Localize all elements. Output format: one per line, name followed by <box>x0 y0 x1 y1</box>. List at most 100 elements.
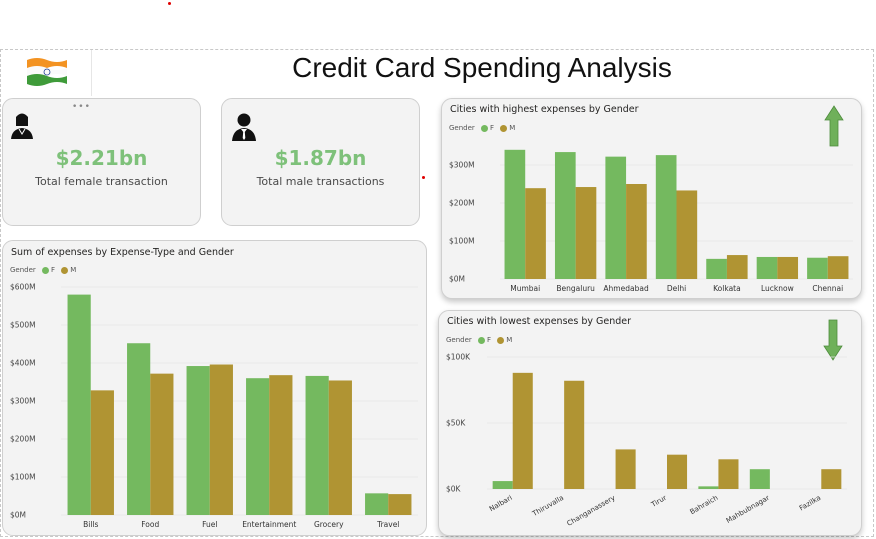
kpi-card-female[interactable]: ••• $2.21bn Total female transaction <box>2 98 201 226</box>
bar-f <box>698 486 719 489</box>
kpi-male-label: Total male transactions <box>256 175 385 188</box>
x-tick-label: Entertainment <box>242 520 296 529</box>
x-tick-label: Bengaluru <box>556 284 595 293</box>
kpi-female-value: $2.21bn <box>55 146 148 170</box>
x-tick-label: Chennai <box>812 284 843 293</box>
chart-legend: Gender F M <box>446 336 512 344</box>
bar-m <box>667 454 688 489</box>
bar-m <box>525 188 546 279</box>
legend-title: Gender <box>10 266 36 274</box>
y-tick-label: $200M <box>10 435 36 444</box>
legend-m-label: M <box>506 336 513 344</box>
x-tick-label: Lucknow <box>761 284 794 293</box>
bar-f <box>749 469 770 489</box>
legend-m-label: M <box>70 266 77 274</box>
x-tick-label: Nalbari <box>488 494 514 513</box>
bar-m <box>564 380 585 489</box>
bar-m <box>269 375 293 515</box>
lowest-cities-bar-chart: $0K $50K $100K Nalbari Thiruvalla Changanasse… <box>446 353 847 528</box>
x-tick-label: Travel <box>376 520 399 529</box>
expense-type-chart-card[interactable]: Sum of expenses by Expense-Type and Gend… <box>2 240 427 536</box>
x-tick-label: Delhi <box>667 284 686 293</box>
legend-f-swatch <box>478 336 486 344</box>
x-tick-label: Food <box>141 520 159 529</box>
highest-cities-bar-chart: $0M $100M $200M $300M Mumbai Bengaluru Ahmedab… <box>449 149 853 293</box>
bar-m <box>676 190 698 279</box>
bar-m <box>726 255 748 279</box>
legend-f-swatch <box>42 266 50 274</box>
x-tick-label: Mahbubnagar <box>725 494 771 525</box>
x-tick-label: Fazilka <box>798 494 822 513</box>
bar-f <box>504 149 526 279</box>
x-tick-label: Kolkata <box>713 284 741 293</box>
chart-legend: Gender F M <box>449 124 515 132</box>
y-tick-label: $100M <box>449 237 475 246</box>
legend-f-label: F <box>51 266 56 274</box>
bar-f <box>756 256 778 279</box>
male-user-icon <box>232 113 256 141</box>
bar-f <box>67 294 91 515</box>
legend-title: Gender <box>446 336 472 344</box>
highest-cities-chart-card[interactable]: Cities with highest expenses by Gender G… <box>441 98 862 299</box>
bar-m <box>575 187 597 279</box>
bar-f <box>305 375 329 515</box>
y-tick-label: $500M <box>10 321 36 330</box>
legend-f-label: F <box>487 336 492 344</box>
bar-f <box>127 343 151 515</box>
x-tick-label: Thiruvalla <box>530 494 565 519</box>
chart-legend: Gender F M <box>10 266 76 274</box>
legend-m-swatch <box>500 124 508 132</box>
legend-title: Gender <box>449 124 475 132</box>
bar-f <box>365 493 389 515</box>
kpi-female-label: Total female transaction <box>35 175 168 188</box>
y-tick-label: $100M <box>10 473 36 482</box>
bar-m <box>150 373 174 515</box>
bar-m <box>827 256 849 279</box>
marker-dot <box>168 2 171 5</box>
y-tick-label: $50K <box>446 419 466 428</box>
report-header: Credit Card Spending Analysis <box>1 50 873 96</box>
y-tick-label: $100K <box>446 353 471 362</box>
bar-m <box>615 449 636 489</box>
flag-container <box>1 50 92 96</box>
x-tick-label: Bahraich <box>689 494 720 516</box>
bar-m <box>209 364 233 515</box>
bar-m <box>718 459 739 489</box>
bar-m <box>388 494 412 515</box>
legend-m-swatch <box>497 336 505 344</box>
x-tick-label: Tirur <box>649 494 668 510</box>
bar-f <box>492 481 513 489</box>
bar-m <box>512 372 533 489</box>
bar-f <box>807 257 828 279</box>
bar-f <box>554 152 576 279</box>
x-tick-label: Fuel <box>202 520 217 529</box>
more-options-icon[interactable]: ••• <box>72 102 91 112</box>
india-flag-icon <box>27 58 67 86</box>
bar-f <box>186 366 210 515</box>
lowest-cities-chart-card[interactable]: Cities with lowest expenses by Gender Ge… <box>438 310 862 536</box>
kpi-card-male[interactable]: $1.87bn Total male transactions <box>221 98 420 226</box>
y-tick-label: $0M <box>449 275 465 284</box>
y-tick-label: $300M <box>10 397 36 406</box>
x-tick-label: Mumbai <box>510 284 540 293</box>
chart-title: Cities with lowest expenses by Gender <box>447 316 632 327</box>
y-tick-label: $300M <box>449 161 475 170</box>
y-tick-label: $200M <box>449 199 475 208</box>
bar-m <box>777 256 799 279</box>
y-tick-label: $0M <box>10 511 26 520</box>
expense-type-bar-chart: $0M $100M $200M $300M $400M $500M $600M Bills Fo… <box>10 283 418 529</box>
x-tick-label: Grocery <box>314 520 344 529</box>
chart-title: Sum of expenses by Expense-Type and Gend… <box>11 247 234 258</box>
x-tick-label: Changanassery <box>566 494 617 528</box>
bar-m <box>328 380 352 515</box>
bar-m <box>90 390 114 515</box>
bar-f <box>246 378 270 515</box>
y-tick-label: $600M <box>10 283 36 292</box>
chart-title: Cities with highest expenses by Gender <box>450 104 639 115</box>
bar-f <box>655 155 677 279</box>
bar-f <box>605 156 627 279</box>
female-user-icon <box>11 113 33 139</box>
bar-f <box>706 258 727 279</box>
bar-m <box>626 184 647 279</box>
legend-m-swatch <box>61 266 69 274</box>
